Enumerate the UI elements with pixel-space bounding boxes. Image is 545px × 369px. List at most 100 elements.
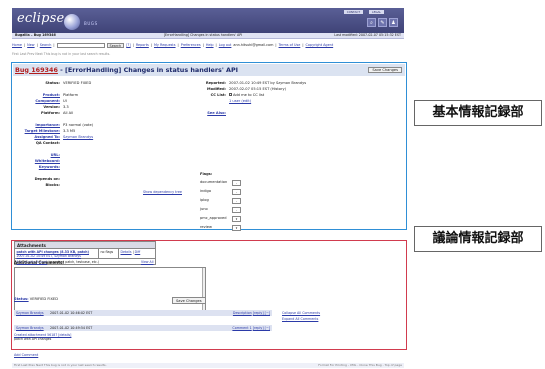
comment-reply[interactable]: [reply] [−]: [253, 311, 270, 315]
nav-sep: |: [53, 43, 55, 48]
bug-field-value: Platform: [63, 92, 79, 97]
contact-link[interactable]: CONTACT: [343, 10, 364, 15]
nav-search[interactable]: Search: [40, 43, 52, 47]
search-button[interactable]: Search: [106, 43, 125, 48]
nav-sep: |: [302, 43, 304, 48]
comment-reply[interactable]: [reply] [−]: [253, 326, 270, 330]
flag-name: documentation: [200, 180, 228, 185]
flag-name: juno: [200, 207, 208, 212]
bug-field-label[interactable]: Platform:: [22, 111, 62, 115]
nav-sep: |: [132, 43, 134, 48]
comment-header: Szymon Brandys 2007-01-02 10:49:54 EST C…: [14, 325, 272, 331]
comment-ref[interactable]: Comment 1: [232, 326, 251, 330]
footer-nav[interactable]: First Last Prev Next This bug is not in …: [14, 363, 107, 368]
legal-link[interactable]: LEGAL: [369, 10, 384, 15]
nav-help[interactable]: Help: [206, 43, 214, 47]
bug-field-label[interactable]: Depends on:: [22, 177, 62, 181]
nav-my-requests[interactable]: My Requests: [154, 43, 176, 47]
header-last-modified: Last modified: 2007-02-07 05:15:32 EST: [334, 33, 401, 38]
edit-icon[interactable]: ✎: [378, 18, 387, 27]
reported-label: Reported:: [205, 80, 226, 85]
comment-textarea[interactable]: [14, 267, 206, 315]
cc-value: Add me to CC list: [228, 93, 264, 97]
comment-links: Comment 1 [reply] [−]: [182, 326, 270, 330]
flag-select[interactable]: -: [232, 197, 241, 204]
bug-field-label[interactable]: Component:: [22, 99, 62, 103]
bug-field-label[interactable]: Keywords:: [22, 165, 62, 169]
comment-ref[interactable]: Description: [233, 311, 252, 315]
bug-field-label[interactable]: Product:: [22, 93, 62, 97]
attachment-details-link[interactable]: Details: [121, 250, 132, 254]
collapse-all-link[interactable]: Collapse All Comments: [282, 311, 320, 315]
status-label[interactable]: Status:: [14, 297, 29, 301]
flag-row: review ▾: [200, 223, 320, 232]
nav-home[interactable]: Home: [12, 43, 22, 47]
bug-field-label[interactable]: Blocks:: [22, 183, 62, 187]
header-bug-title: [ErrorHandling] Changes in status handle…: [163, 33, 243, 38]
bug-field-label[interactable]: QA Contact:: [22, 141, 62, 145]
bug-left-fields: Status: VERIFIED FIXED Product: Platform Com…: [22, 80, 182, 188]
bug-title-bar: Bug 169346 - [ErrorHandling] Changes in …: [13, 64, 405, 76]
nav-terms[interactable]: Terms of Use: [279, 43, 301, 47]
nav-sep: |: [36, 43, 38, 48]
bug-field-value: P3 normal (vote): [63, 122, 94, 127]
flag-select[interactable]: -: [232, 206, 241, 213]
eclipse-logo[interactable]: eclipse: [17, 11, 64, 27]
bug-number[interactable]: Bug 169346: [15, 66, 58, 74]
eclipse-orb-icon: [64, 14, 80, 30]
bug-field-value: 3.3: [63, 104, 69, 109]
flag-select[interactable]: ▾: [232, 215, 241, 222]
bug-field-label[interactable]: Target Milestone:: [22, 129, 62, 133]
user-icon[interactable]: ♟: [389, 18, 398, 27]
textarea-scrollbar[interactable]: [202, 268, 205, 314]
banner-icons: ⌕ ✎ ♟: [367, 18, 398, 27]
save-changes-button-bottom[interactable]: Save Changes: [172, 297, 206, 304]
search-hint: First Last Prev Next This bug is not in …: [12, 52, 111, 56]
nav-reports[interactable]: Reports: [136, 43, 149, 47]
comment-date: 2007-01-02 10:49:54 EST: [50, 325, 93, 330]
add-comment-link[interactable]: Add Comment: [14, 353, 38, 357]
see-also-link[interactable]: See Also:: [200, 111, 228, 115]
bug-right-fields: Reported: 2007-01-02 10:49 EST by Szymon …: [200, 80, 400, 116]
cc-users-link[interactable]: 1 user (edit): [228, 99, 251, 103]
add-cc-label: Add me to CC list: [233, 92, 265, 97]
dependency-tree-link[interactable]: Show dependency tree: [143, 190, 182, 194]
nav-sep: |: [202, 43, 204, 48]
comment-toggles: Collapse All Comments Expand All Comment…: [282, 310, 320, 322]
flag-select[interactable]: -: [232, 179, 241, 186]
nav-new[interactable]: New: [27, 43, 34, 47]
attachment-name-cell: patch with API changes (8.33 KB, patch) …: [15, 249, 99, 258]
bug-field-label[interactable]: Status:: [22, 81, 62, 85]
flag-name: review: [200, 225, 212, 230]
view-all-link[interactable]: View All: [141, 260, 154, 264]
flag-select[interactable]: -: [232, 188, 241, 195]
flags-table: Flags: documentation - indigo - iplog - juno - p…: [200, 172, 320, 232]
attachment-actions: Details | Diff: [120, 249, 141, 254]
search-icon[interactable]: ⌕: [367, 18, 376, 27]
footer-links[interactable]: Format For Printing - XML - Clone This B…: [318, 363, 402, 368]
flag-select[interactable]: ▾: [232, 224, 241, 231]
save-changes-button-top[interactable]: Save Changes: [368, 66, 402, 73]
bug-field-value: VERIFIED FIXED: [63, 80, 92, 85]
nav-preferences[interactable]: Preferences: [181, 43, 201, 47]
comment-author[interactable]: Szymon Brandys: [16, 311, 50, 315]
bug-field-label[interactable]: Assigned To:: [22, 135, 62, 139]
add-cc-checkbox[interactable]: [229, 93, 232, 97]
expand-all-link[interactable]: Expand All Comments: [282, 317, 318, 321]
basic-info-annotation: 基本情報記録部: [414, 100, 542, 126]
nav-logout[interactable]: Log out: [219, 43, 232, 47]
top-links: CONTACT LEGAL: [343, 10, 384, 15]
comment-author[interactable]: Szymon Brandys: [16, 326, 50, 330]
bug-field-label[interactable]: Importance:: [22, 123, 62, 127]
bug-field-label[interactable]: Whiteboard:: [22, 159, 62, 163]
comment-date: 2007-01-02 10:46:02 EST: [50, 310, 93, 315]
reported-value: 2007-01-02 10:49 EST by Szymon Brandys: [229, 80, 307, 85]
quick-search-input[interactable]: [56, 43, 105, 48]
nav-copyright[interactable]: Copyright Agent: [305, 43, 333, 47]
bug-field-label[interactable]: Version:: [22, 105, 62, 109]
bug-field-label[interactable]: URL:: [22, 153, 62, 157]
bug-field-value: Szymon Brandys: [63, 134, 94, 139]
attachment-diff-link[interactable]: Diff: [135, 250, 141, 254]
bug-title: Bug 169346 - [ErrorHandling] Changes in …: [15, 66, 238, 74]
help-link[interactable]: [?]: [126, 43, 130, 47]
